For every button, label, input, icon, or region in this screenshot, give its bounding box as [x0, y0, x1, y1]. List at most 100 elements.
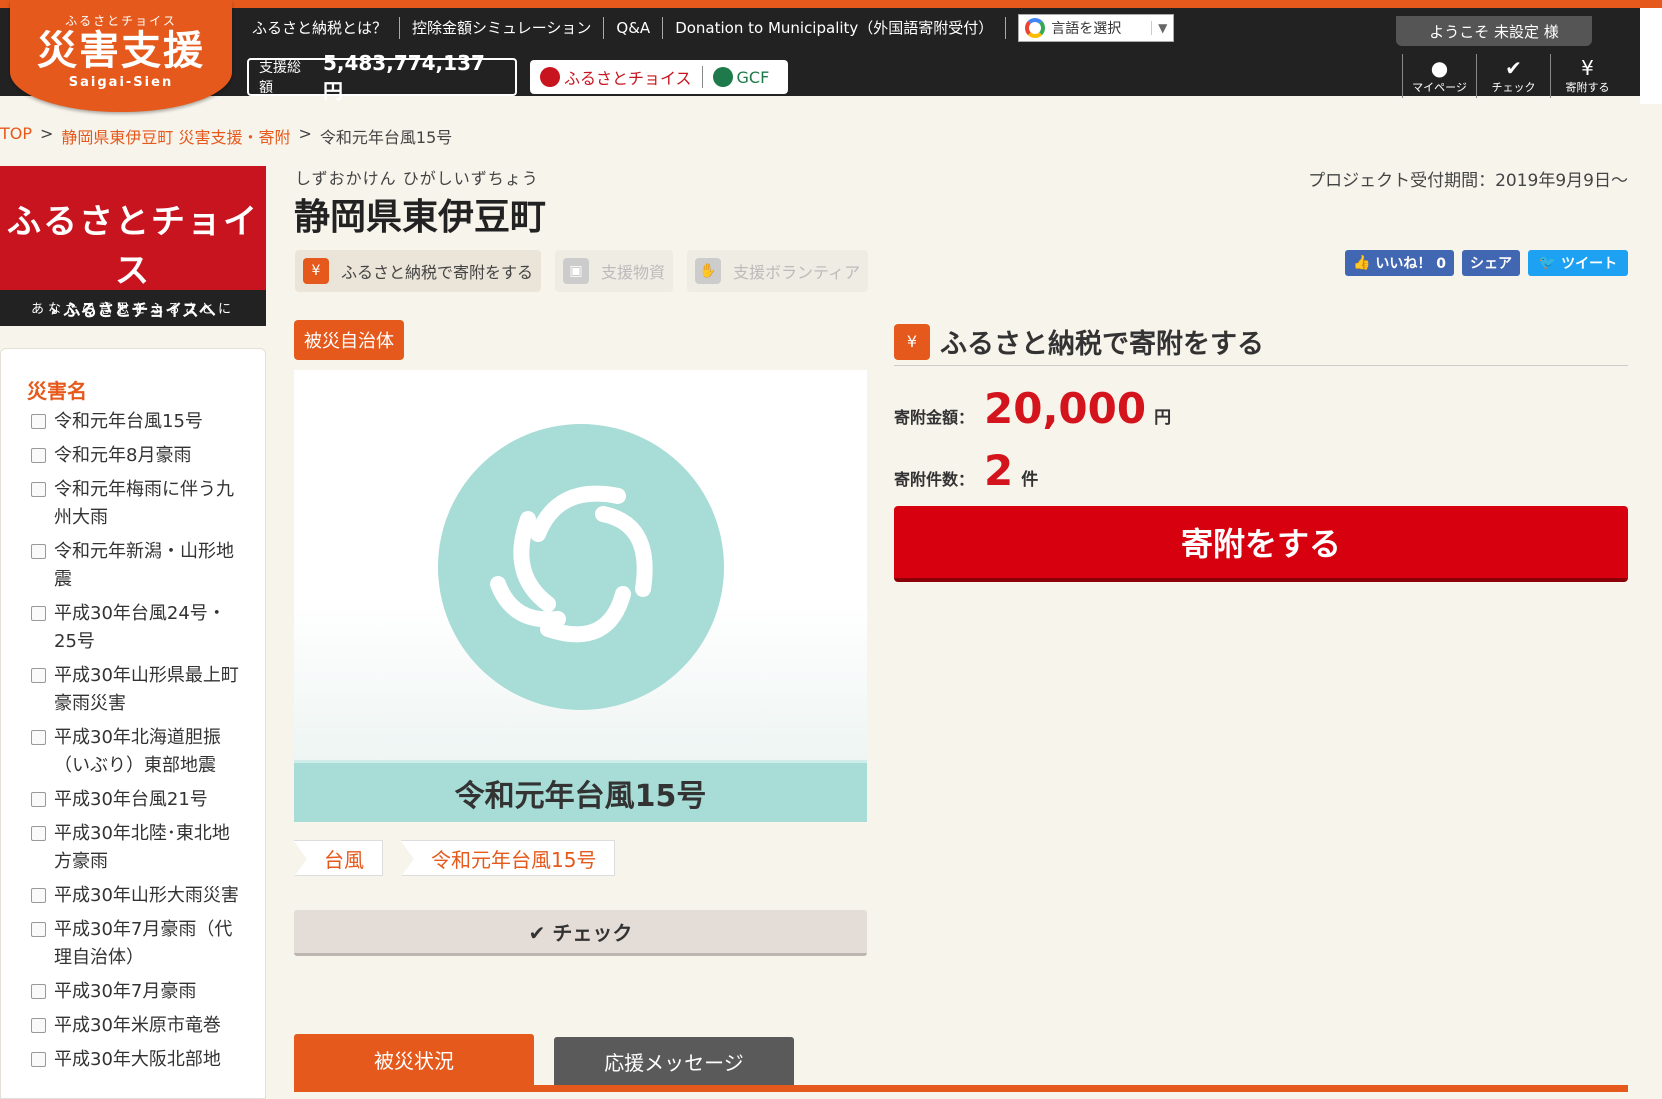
- disaster-filter-item[interactable]: 平成30年台風24号・25号: [31, 600, 245, 656]
- checkbox[interactable]: [31, 482, 46, 497]
- donation-count-label: 寄附件数：: [894, 470, 975, 489]
- saigai-shien-logo[interactable]: ふるさとチョイス 災害支援 Saigai-Sien: [10, 0, 232, 112]
- checkbox[interactable]: [31, 888, 46, 903]
- tag-reiwa1-typhoon15[interactable]: 令和元年台風15号: [399, 840, 616, 878]
- disaster-filter-item[interactable]: 平成30年米原市竜巻: [31, 1012, 245, 1040]
- partner-links: ふるさとチョイス GCF: [530, 60, 788, 94]
- gcf-icon: [712, 67, 733, 87]
- check-list-button[interactable]: ✔ チェック: [1476, 54, 1550, 98]
- donation-amount-row: 寄附金額： 20,000 円: [894, 384, 1171, 433]
- disaster-filter-label: 令和元年梅雨に伴う九州大雨: [54, 479, 234, 528]
- checkbox[interactable]: [31, 1052, 46, 1067]
- checkbox[interactable]: [31, 826, 46, 841]
- disaster-filter-item[interactable]: 平成30年台風21号: [31, 786, 245, 814]
- logo-main-text: 災害支援: [37, 27, 205, 74]
- nav-simulation[interactable]: 控除金額シミュレーション: [400, 17, 605, 39]
- sidebar-title: 災害名: [27, 379, 87, 403]
- checkbox[interactable]: [31, 792, 46, 807]
- handshake-icon: ✋: [695, 258, 722, 284]
- donation-count-unit: 件: [1021, 470, 1039, 490]
- user-icon: ●: [1430, 56, 1449, 80]
- user-menu: ● マイページ ✔ チェック ¥ 寄附する: [1402, 54, 1624, 98]
- logo-sub-text: Saigai-Sien: [68, 75, 174, 90]
- disaster-filter-item[interactable]: 平成30年山形県最上町豪雨災害: [31, 662, 245, 718]
- tab-furusato-donation-label: ふるさと納税で寄附をする: [341, 263, 534, 282]
- checkbox[interactable]: [31, 448, 46, 463]
- donation-amount-label: 寄附金額：: [894, 408, 975, 427]
- breadcrumb: TOP > 静岡県東伊豆町 災害支援・寄附 > 令和元年台風15号: [0, 124, 452, 148]
- checkbox[interactable]: [31, 414, 46, 429]
- disaster-filter-item[interactable]: 平成30年山形大雨災害: [31, 882, 245, 910]
- mypage-button[interactable]: ● マイページ: [1402, 54, 1476, 98]
- disaster-filter-item[interactable]: 令和元年台風15号: [31, 408, 245, 436]
- disaster-filter-label: 平成30年北海道胆振（いぶり）東部地震: [54, 727, 221, 776]
- disaster-filter-label: 令和元年新潟・山形地震: [54, 541, 234, 590]
- tag-typhoon[interactable]: 台風: [293, 840, 383, 878]
- checkbox[interactable]: [31, 544, 46, 559]
- total-support-box: 支援総額 5,483,774,137 円: [247, 51, 517, 103]
- disaster-filter-item[interactable]: 平成30年北海道胆振（いぶり）東部地震: [31, 724, 245, 780]
- tab-volunteer[interactable]: ✋ 支援ボランティア: [687, 250, 869, 292]
- disaster-filter-label: 令和元年8月豪雨: [54, 445, 192, 466]
- mypage-label: マイページ: [1412, 81, 1467, 94]
- tab-volunteer-label: 支援ボランティア: [733, 263, 861, 282]
- nav-qa[interactable]: Q&A: [604, 17, 664, 39]
- partner-furusato-choice-link[interactable]: ふるさとチョイス: [564, 65, 692, 89]
- donation-amount-value: 20,000: [984, 384, 1147, 433]
- disaster-filter-item[interactable]: 令和元年梅雨に伴う九州大雨: [31, 476, 245, 532]
- tweet-button[interactable]: 🐦 ツイート: [1528, 250, 1628, 276]
- tab-relief-supplies-label: 支援物資: [601, 263, 666, 282]
- content-tabs: 被災状況 応援メッセージ: [294, 1034, 1628, 1092]
- checkbox[interactable]: [31, 922, 46, 937]
- checkbox[interactable]: [31, 668, 46, 683]
- top-navigation: ふるさと納税とは？ 控除金額シミュレーション Q&A Donation to M…: [240, 14, 1175, 42]
- checkbox[interactable]: [31, 606, 46, 621]
- partner-gcf-link[interactable]: GCF: [737, 68, 770, 87]
- project-tags: 台風 令和元年台風15号: [293, 840, 616, 878]
- tab-support-messages[interactable]: 応援メッセージ: [554, 1037, 794, 1085]
- yen-box-icon: ¥: [303, 258, 329, 284]
- nav-about[interactable]: ふるさと納税とは？: [240, 17, 401, 39]
- language-select[interactable]: 言語を選択 ▼: [1018, 14, 1175, 42]
- welcome-message: ようこそ 未設定 様: [1396, 16, 1592, 46]
- tab-relief-supplies[interactable]: ▣ 支援物資: [555, 250, 674, 292]
- yen-box-icon: ¥: [1581, 56, 1594, 80]
- banner-title: ふるさとチョイス: [7, 202, 259, 291]
- disaster-filter-item[interactable]: 令和元年8月豪雨: [31, 442, 245, 470]
- disaster-filter-item[interactable]: 令和元年新潟・山形地震: [31, 538, 245, 594]
- box-icon: ▣: [563, 258, 590, 284]
- tab-furusato-donation[interactable]: ¥ ふるさと納税で寄附をする: [295, 250, 542, 292]
- disaster-filter-item[interactable]: 平成30年7月豪雨（代理自治体）: [31, 916, 245, 972]
- checkbox[interactable]: [31, 730, 46, 745]
- disaster-filter-item[interactable]: 平成30年北陸･東北地方豪雨: [31, 820, 245, 876]
- social-buttons: 👍 いいね！ 0 シェア 🐦 ツイート: [1345, 250, 1628, 276]
- disaster-filter-label: 平成30年7月豪雨（代理自治体）: [54, 919, 233, 968]
- donation-heading-text: ふるさと納税で寄附をする: [940, 329, 1264, 360]
- checkbox[interactable]: [31, 1018, 46, 1033]
- disaster-list: 令和元年台風15号令和元年8月豪雨令和元年梅雨に伴う九州大雨 令和元年新潟・山形地…: [1, 408, 265, 1074]
- breadcrumb-current: 令和元年台風15号: [319, 128, 453, 147]
- check-button[interactable]: ✔ チェック: [294, 910, 867, 956]
- disaster-filter-label: 平成30年山形県最上町豪雨災害: [54, 665, 239, 714]
- chevron-down-icon: ▼: [1151, 21, 1167, 35]
- total-support-label: 支援総額: [259, 60, 301, 96]
- municipality-name: 静岡県東伊豆町: [294, 197, 547, 238]
- disaster-filter-item[interactable]: 平成30年7月豪雨: [31, 978, 245, 1006]
- breadcrumb-municipality[interactable]: 静岡県東伊豆町 災害支援・寄附: [61, 124, 290, 148]
- partner-divider: [701, 66, 703, 88]
- breadcrumb-separator: >: [298, 124, 312, 143]
- scrollbar-track[interactable]: [1640, 8, 1662, 104]
- disaster-filter-item[interactable]: 平成30年大阪北部地: [31, 1046, 245, 1074]
- affected-municipality-badge: 被災自治体: [294, 320, 404, 360]
- donate-header-button[interactable]: ¥ 寄附する: [1550, 54, 1624, 98]
- breadcrumb-top[interactable]: TOP: [0, 124, 32, 148]
- furusato-choice-banner[interactable]: ふるさとチョイス あなたの意思をふるさとに › ふるさとチョイスへ: [0, 166, 266, 326]
- donate-button[interactable]: 寄附をする: [894, 506, 1628, 582]
- tab-damage-status[interactable]: 被災状況: [294, 1034, 534, 1085]
- disaster-filter-sidebar: 災害名 令和元年台風15号令和元年8月豪雨令和元年梅雨に伴う九州大雨 令和元年新潟…: [0, 348, 266, 1099]
- checkbox[interactable]: [31, 984, 46, 999]
- donation-heading: ¥ ふるさと納税で寄附をする: [894, 318, 1628, 366]
- facebook-like-button[interactable]: 👍 いいね！ 0: [1345, 250, 1454, 276]
- nav-foreign-donation[interactable]: Donation to Municipality（外国語寄附受付）: [663, 17, 1007, 39]
- facebook-share-button[interactable]: シェア: [1462, 250, 1520, 276]
